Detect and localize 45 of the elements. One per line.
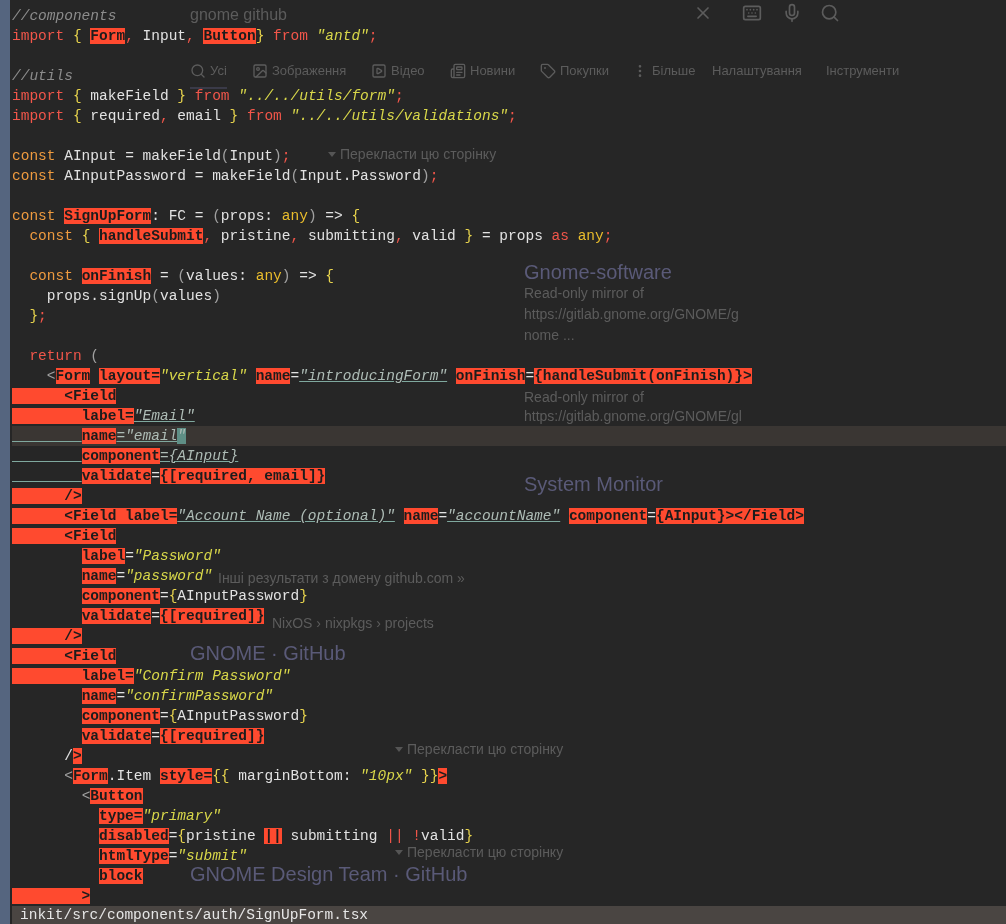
result-title[interactable]: System Monitor: [524, 469, 663, 499]
code-line: name="password": [80, 567, 213, 586]
code-line: type="primary": [98, 807, 221, 826]
code-line: validate={[required]}: [80, 607, 265, 626]
tag-icon: [540, 62, 556, 79]
caret-icon: [395, 747, 403, 752]
code-line: component={AInputPassword}: [80, 587, 308, 606]
code-line: const onFinish = (values: any) => {: [28, 267, 334, 286]
code-line: //components: [12, 7, 117, 26]
code-line: };: [28, 307, 47, 326]
code-line: component={AInputPassword}: [80, 707, 308, 726]
caret-icon: [395, 850, 403, 855]
status-bar: inkit/src/components/auth/SignUpForm.tsx: [12, 906, 1006, 924]
microphone-icon[interactable]: [782, 3, 802, 23]
code-line: />: [63, 747, 82, 766]
result-title[interactable]: GNOME · GitHub: [190, 638, 346, 668]
code-line: <Form.Item style={{ marginBottom: "10px" }}>: [63, 767, 448, 786]
video-icon: [371, 62, 387, 79]
code-line: <Field label="Account Name (optional)" name="accountName" component={AInput}></Field>: [12, 506, 804, 526]
code-line: //utils: [12, 67, 73, 86]
code-line: props.signUp(values): [45, 287, 221, 306]
image-icon: [252, 62, 268, 79]
code-line: const { handleSubmit, pristine, submitting, valid } = props as any;: [28, 227, 613, 246]
search-icon: [190, 62, 206, 79]
code-line: label="Email": [12, 406, 195, 426]
search-icon[interactable]: [820, 3, 840, 23]
code-line: import { required, email } from "../../utils/validations";: [12, 107, 517, 126]
code-line: import { makeField } from "../../utils/form";: [12, 87, 404, 106]
caret-icon: [328, 152, 336, 157]
news-icon: [450, 62, 466, 79]
code-line: validate={[required]}: [80, 727, 265, 746]
code-line: const SignUpForm: FC = (props: any) => {: [12, 207, 361, 226]
code-line: label="Confirm Password": [12, 666, 291, 686]
code-line: label="Password": [80, 547, 221, 566]
code-line: component={AInput}: [80, 447, 239, 466]
code-line: name="confirmPassword": [80, 687, 274, 706]
keyboard-icon[interactable]: [742, 3, 762, 23]
code-line: const AInput = makeField(Input);: [12, 147, 291, 166]
code-line: return (: [28, 347, 100, 366]
result-title[interactable]: Gnome-software: [524, 257, 672, 287]
code-line: <Button: [80, 787, 143, 806]
code-line: disabled={pristine || submitting || !valid}: [98, 827, 474, 846]
code-line: const AInputPassword = makeField(Input.Password);: [12, 167, 439, 186]
code-line: import { Form, Input, Button} from "antd";: [12, 27, 378, 46]
code-line: validate={[required, email]}: [80, 467, 326, 486]
